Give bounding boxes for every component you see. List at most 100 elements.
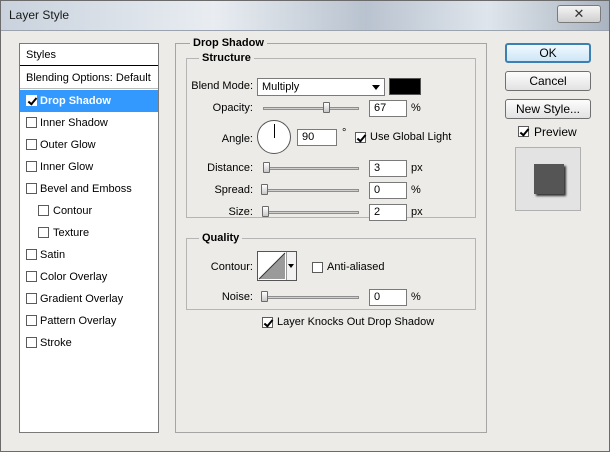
style-item-checkbox[interactable] [38, 227, 49, 238]
style-item-checkbox[interactable] [26, 183, 37, 194]
spread-slider-thumb[interactable] [261, 184, 268, 195]
angle-field[interactable]: 90 [297, 129, 337, 146]
style-item-checkbox[interactable] [38, 205, 49, 216]
style-item-texture[interactable]: Texture [20, 222, 158, 244]
noise-unit: % [411, 291, 421, 303]
style-item-checkbox[interactable] [26, 337, 37, 348]
distance-unit: px [411, 162, 423, 174]
title-bar: Layer Style ✕ [1, 1, 609, 31]
size-slider-track[interactable] [263, 211, 359, 214]
preview-swatch [534, 164, 564, 194]
style-item-label: Contour [53, 205, 93, 217]
style-item-gradient-overlay[interactable]: Gradient Overlay [20, 288, 158, 310]
noise-field[interactable]: 0 [369, 289, 407, 306]
style-item-label: Gradient Overlay [40, 293, 124, 305]
distance-slider-thumb[interactable] [263, 162, 270, 173]
contour-picker[interactable] [257, 251, 297, 281]
style-item-outer-glow[interactable]: Outer Glow [20, 134, 158, 156]
style-item-checkbox[interactable] [26, 139, 37, 150]
style-item-label: Outer Glow [40, 139, 96, 151]
layer-knocks-out-checkbox[interactable] [262, 317, 273, 328]
style-item-checkbox[interactable] [26, 315, 37, 326]
opacity-field[interactable]: 67 [369, 100, 407, 117]
contour-curve-icon [258, 252, 286, 280]
preview-label[interactable]: Preview [534, 125, 577, 139]
style-item-checkbox[interactable] [26, 95, 37, 106]
quality-title: Quality [199, 232, 243, 244]
new-style-button[interactable]: New Style... [505, 99, 591, 119]
preview-checkbox[interactable] [518, 126, 529, 137]
size-label: Size: [228, 206, 253, 218]
style-item-checkbox[interactable] [26, 271, 37, 282]
use-global-light-label[interactable]: Use Global Light [370, 131, 451, 143]
close-button[interactable]: ✕ [557, 5, 601, 23]
blend-mode-value: Multiply [262, 81, 300, 93]
style-item-label: Pattern Overlay [40, 315, 117, 327]
layer-style-dialog: Layer Style ✕ Styles Blending Options: D… [0, 0, 610, 452]
styles-header[interactable]: Styles [20, 44, 158, 66]
angle-label: Angle: [221, 133, 253, 145]
opacity-slider-track[interactable] [263, 107, 359, 110]
drop-shadow-panel: Drop Shadow Structure Blend Mode: Multip… [175, 37, 487, 433]
style-item-label: Inner Shadow [40, 117, 108, 129]
anti-aliased-label[interactable]: Anti-aliased [327, 261, 384, 273]
distance-slider-track[interactable] [263, 167, 359, 170]
blend-mode-label: Blend Mode: [191, 80, 253, 92]
blending-options-item[interactable]: Blending Options: Default [20, 67, 158, 89]
distance-field[interactable]: 3 [369, 160, 407, 177]
window-title: Layer Style [9, 8, 70, 22]
style-item-color-overlay[interactable]: Color Overlay [20, 266, 158, 288]
style-item-stroke[interactable]: Stroke [20, 332, 158, 354]
style-item-label: Texture [53, 227, 90, 239]
chevron-down-icon [372, 85, 380, 90]
size-field[interactable]: 2 [369, 204, 407, 221]
quality-group: Quality Contour: Anti-aliased Noise: 0 % [186, 232, 476, 310]
use-global-light-checkbox[interactable] [355, 132, 366, 143]
structure-group: Structure Blend Mode: Multiply Opacity: … [186, 52, 476, 221]
noise-slider-thumb[interactable] [261, 291, 268, 302]
spread-unit: % [411, 184, 421, 196]
drop-shadow-title: Drop Shadow [190, 37, 267, 49]
anti-aliased-checkbox[interactable] [312, 262, 323, 273]
shadow-color-swatch[interactable] [389, 78, 421, 95]
ok-button[interactable]: OK [505, 43, 591, 63]
style-item-checkbox[interactable] [26, 249, 37, 260]
style-item-label: Drop Shadow [40, 95, 111, 107]
style-item-checkbox[interactable] [26, 293, 37, 304]
opacity-slider-thumb[interactable] [323, 102, 330, 113]
cancel-button[interactable]: Cancel [505, 71, 591, 91]
angle-unit: ° [342, 127, 347, 139]
style-item-satin[interactable]: Satin [20, 244, 158, 266]
style-item-label: Inner Glow [40, 161, 94, 173]
noise-slider-track[interactable] [263, 296, 359, 299]
styles-list: Styles Blending Options: Default Drop Sh… [19, 43, 159, 433]
opacity-label: Opacity: [212, 102, 253, 114]
angle-dial-hand [274, 124, 275, 138]
style-item-inner-glow[interactable]: Inner Glow [20, 156, 158, 178]
spread-label: Spread: [214, 184, 253, 196]
preview-thumbnail [515, 147, 581, 211]
close-icon: ✕ [573, 6, 585, 21]
spread-slider-track[interactable] [263, 189, 359, 192]
style-item-inner-shadow[interactable]: Inner Shadow [20, 112, 158, 134]
spread-field[interactable]: 0 [369, 182, 407, 199]
contour-dropdown-arrow[interactable] [286, 252, 296, 280]
style-item-label: Stroke [40, 337, 72, 349]
angle-dial[interactable] [257, 120, 291, 154]
size-unit: px [411, 206, 423, 218]
style-item-drop-shadow[interactable]: Drop Shadow [20, 90, 158, 112]
layer-knocks-out-label[interactable]: Layer Knocks Out Drop Shadow [277, 316, 434, 328]
style-item-label: Color Overlay [40, 271, 108, 283]
size-slider-thumb[interactable] [262, 206, 269, 217]
structure-title: Structure [199, 52, 254, 64]
style-item-label: Bevel and Emboss [40, 183, 132, 195]
style-item-contour[interactable]: Contour [20, 200, 158, 222]
blend-mode-select[interactable]: Multiply [257, 78, 385, 96]
style-item-label: Satin [40, 249, 66, 261]
style-item-bevel-and-emboss[interactable]: Bevel and Emboss [20, 178, 158, 200]
style-item-pattern-overlay[interactable]: Pattern Overlay [20, 310, 158, 332]
style-item-checkbox[interactable] [26, 161, 37, 172]
contour-label: Contour: [210, 261, 253, 273]
style-item-checkbox[interactable] [26, 117, 37, 128]
distance-label: Distance: [207, 162, 253, 174]
